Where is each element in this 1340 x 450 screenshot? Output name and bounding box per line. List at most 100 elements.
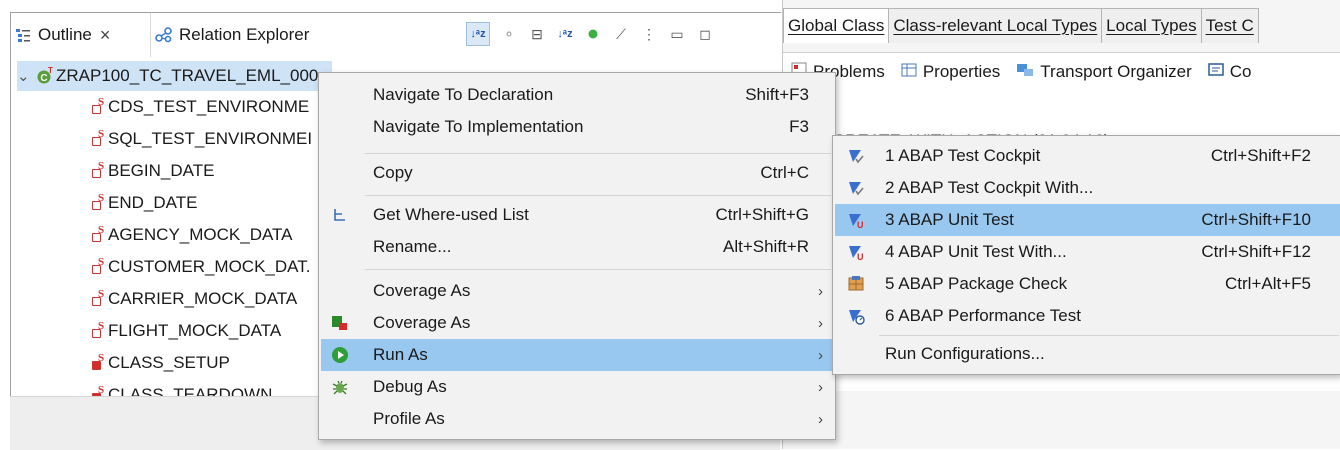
menu-separator (365, 153, 831, 154)
static-attribute-icon: S (91, 128, 105, 148)
tree-item[interactable]: S FLIGHT_MOCK_DATA (91, 315, 281, 347)
tree-item-label: SQL_TEST_ENVIRONMEI (108, 129, 313, 148)
chevron-right-icon: › (818, 282, 823, 300)
bottom-views-tabs: Problems Properties Transport Organizer … (783, 52, 1340, 92)
public-filter-icon[interactable] (584, 25, 602, 43)
menu-item-shortcut: Shift+F3 (745, 85, 809, 104)
submenu-item-shortcut: Ctrl+Shift+F2 (1210, 146, 1311, 165)
tab-test-classes[interactable]: Test C (1200, 8, 1259, 43)
hide-fields-icon[interactable]: ⚬ (500, 25, 518, 43)
hide-static-icon[interactable]: ⟋ (612, 25, 630, 43)
tree-item[interactable]: S END_DATE (91, 187, 197, 219)
chevron-right-icon: › (818, 346, 823, 364)
sort-by-type-icon[interactable]: ↓ᵃz (556, 25, 574, 43)
static-attribute-icon: S (91, 160, 105, 180)
menu-item-label: Get Where-used List (373, 205, 529, 224)
console-icon (1208, 62, 1224, 83)
static-attribute-icon: S (91, 256, 105, 276)
submenu-item-label: 2 ABAP Test Cockpit With... (885, 178, 1094, 197)
submenu-item-abap-unit-test[interactable]: U 3 ABAP Unit Test Ctrl+Shift+F10 (835, 204, 1340, 236)
tree-root-item[interactable]: ⌄ CT ZRAP100_TC_TRAVEL_EML_000 (17, 61, 333, 91)
tree-item[interactable]: S SQL_TEST_ENVIRONMEI (91, 123, 312, 155)
chevron-right-icon: › (818, 410, 823, 428)
submenu-item-label: 6 ABAP Performance Test (885, 306, 1081, 325)
tab-console[interactable]: Co (1208, 62, 1252, 83)
tree-item[interactable]: S CLASS_SETUP (91, 347, 230, 379)
tree-item-label: AGENCY_MOCK_DATA (108, 225, 293, 244)
submenu-item-shortcut: Ctrl+Alt+F5 (1225, 274, 1311, 293)
static-attribute-icon: S (91, 288, 105, 308)
close-icon[interactable]: × (100, 25, 111, 46)
menu-item-label: Run As (373, 345, 428, 364)
menu-item-label: Profile As (373, 409, 445, 428)
tree-root-label: ZRAP100_TC_TRAVEL_EML_000 (56, 66, 319, 85)
menu-item-get-where-used-list[interactable]: Get Where-used List Ctrl+Shift+G (321, 199, 833, 231)
static-attribute-icon: S (91, 224, 105, 244)
tree-item-label: CUSTOMER_MOCK_DAT. (108, 257, 311, 276)
static-method-icon: S (91, 352, 105, 372)
collapse-all-icon[interactable]: ⊟ (528, 25, 546, 43)
submenu-item-label: 3 ABAP Unit Test (885, 210, 1014, 229)
menu-item-shortcut: Ctrl+C (760, 163, 809, 182)
minimize-icon[interactable]: ▭ (668, 25, 686, 43)
view-menu-icon[interactable]: ⋮ (640, 25, 658, 43)
tab-class-relevant-local-types[interactable]: Class-relevant Local Types (888, 8, 1103, 43)
tree-item-label: CDS_TEST_ENVIRONME (108, 97, 310, 116)
submenu-item-abap-test-cockpit-with[interactable]: 2 ABAP Test Cockpit With... (835, 172, 1340, 204)
menu-item-coverage-as[interactable]: Coverage As › (321, 275, 833, 307)
submenu-item-abap-performance-test[interactable]: 6 ABAP Performance Test (835, 300, 1340, 332)
coverage-icon (331, 314, 349, 332)
tree-item[interactable]: S BEGIN_DATE (91, 155, 214, 187)
menu-item-navigate-to-implementation[interactable]: Navigate To Implementation F3 (321, 111, 833, 143)
submenu-item-run-configurations[interactable]: Run Configurations... (835, 338, 1340, 370)
tree-item[interactable]: S AGENCY_MOCK_DATA (91, 219, 293, 251)
menu-item-label: Coverage As (373, 313, 471, 332)
menu-item-label: Rename... (373, 237, 452, 256)
tab-properties-label: Properties (922, 62, 1001, 81)
tab-console-label: Co (1229, 62, 1252, 81)
tab-properties[interactable]: Properties (901, 62, 1000, 83)
tree-item[interactable]: S CUSTOMER_MOCK_DAT. (91, 251, 310, 283)
menu-item-profile-as[interactable]: Profile As › (321, 403, 833, 435)
submenu-item-shortcut: Ctrl+Shift+F12 (1201, 242, 1311, 261)
unit-test-icon: U (847, 211, 865, 230)
menu-separator (879, 335, 1339, 336)
tab-outline[interactable]: Outline × (11, 13, 151, 57)
menu-item-copy[interactable]: Copy Ctrl+C (321, 157, 833, 189)
submenu-item-abap-unit-test-with[interactable]: U 4 ABAP Unit Test With... Ctrl+Shift+F1… (835, 236, 1340, 268)
where-used-icon (331, 206, 349, 224)
relation-explorer-icon (155, 26, 173, 44)
tree-item[interactable]: S CARRIER_MOCK_DATA (91, 283, 297, 315)
maximize-icon[interactable]: ◻ (696, 25, 714, 43)
tab-global-class[interactable]: Global Class (783, 8, 890, 43)
properties-icon (901, 62, 917, 83)
tab-local-types[interactable]: Local Types (1101, 8, 1202, 43)
svg-text:T: T (48, 67, 53, 75)
menu-item-shortcut: F3 (789, 117, 809, 136)
submenu-item-abap-test-cockpit[interactable]: 1 ABAP Test Cockpit Ctrl+Shift+F2 (835, 140, 1340, 172)
tab-outline-label: Outline (38, 25, 92, 44)
tab-transport-organizer[interactable]: Transport Organizer (1016, 62, 1192, 83)
chevron-down-icon[interactable]: ⌄ (17, 67, 35, 85)
menu-item-coverage-as-2[interactable]: Coverage As › (321, 307, 833, 339)
menu-item-debug-as[interactable]: Debug As › (321, 371, 833, 403)
outline-tab-bar: Outline × Relation Explorer ↓ᵃz ⚬ ⊟ ↓ᵃz … (11, 13, 781, 57)
menu-item-rename[interactable]: Rename... Alt+Shift+R (321, 231, 833, 263)
debug-icon (331, 378, 349, 396)
tab-relation-explorer-label: Relation Explorer (179, 25, 310, 44)
tab-relation-explorer[interactable]: Relation Explorer (151, 13, 309, 57)
menu-item-shortcut: Alt+Shift+R (723, 237, 809, 256)
menu-separator (365, 269, 831, 270)
tree-item-label: END_DATE (108, 193, 198, 212)
test-cockpit-with-icon (847, 179, 865, 197)
menu-item-run-as[interactable]: Run As › (321, 339, 833, 371)
menu-item-navigate-to-declaration[interactable]: Navigate To Declaration Shift+F3 (321, 79, 833, 111)
package-check-icon (847, 275, 865, 293)
submenu-item-abap-package-check[interactable]: 5 ABAP Package Check Ctrl+Alt+F5 (835, 268, 1340, 300)
run-icon (331, 346, 349, 364)
tree-item[interactable]: S CDS_TEST_ENVIRONME (91, 91, 309, 123)
run-as-submenu: 1 ABAP Test Cockpit Ctrl+Shift+F2 2 ABAP… (832, 135, 1340, 375)
static-attribute-icon: S (91, 192, 105, 212)
sort-alpha-icon[interactable]: ↓ᵃz (466, 22, 490, 46)
svg-text:C: C (40, 73, 47, 84)
